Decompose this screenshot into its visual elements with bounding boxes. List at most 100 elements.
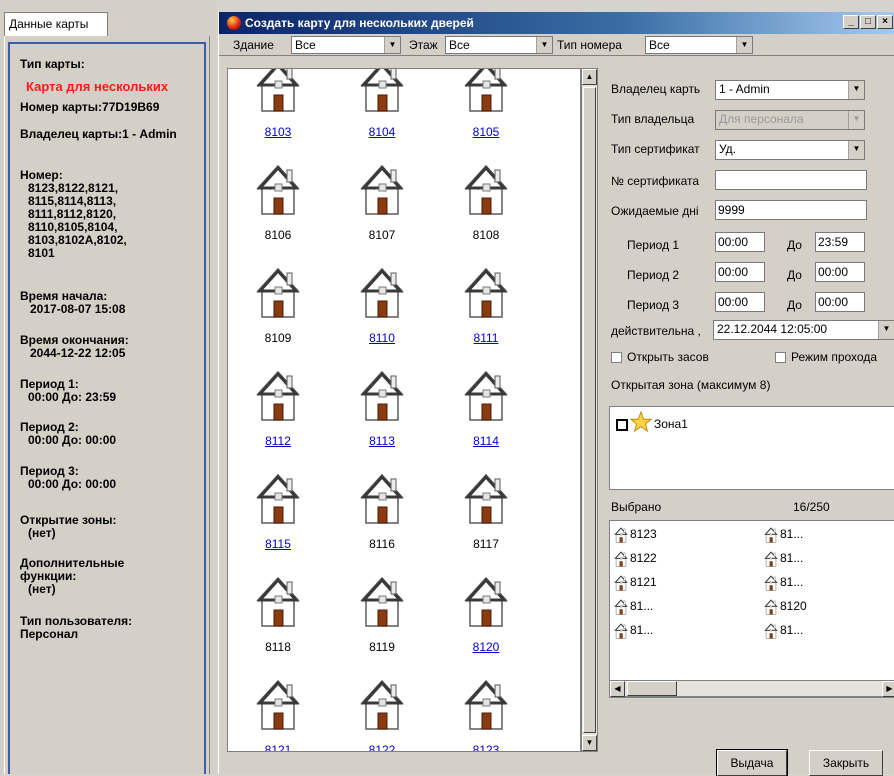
selected-room-item[interactable]: 8120 bbox=[764, 599, 807, 615]
close-window-button[interactable]: × bbox=[877, 15, 893, 29]
room-tile[interactable]: 8117 bbox=[446, 473, 526, 573]
selected-list-scrollbar[interactable]: ◀ ▶ bbox=[609, 680, 894, 697]
selected-room-item[interactable]: 81... bbox=[614, 599, 653, 615]
room-number[interactable]: 8117 bbox=[446, 537, 526, 551]
selected-room-item[interactable]: 81... bbox=[764, 551, 803, 567]
minimize-button[interactable]: _ bbox=[843, 15, 859, 29]
room-tile[interactable]: 8113 bbox=[342, 370, 422, 470]
scroll-down-button[interactable]: ▼ bbox=[582, 735, 597, 751]
room-tile[interactable]: 8103 bbox=[238, 69, 318, 161]
room-number[interactable]: 8111 bbox=[446, 331, 526, 345]
expected-days-input[interactable]: 9999 bbox=[715, 200, 867, 220]
room-number[interactable]: 8110 bbox=[342, 331, 422, 345]
period3-to-input[interactable]: 00:00 bbox=[815, 292, 865, 312]
owner-select[interactable]: 1 - Admin ▼ bbox=[715, 80, 865, 100]
room-tile[interactable]: 8115 bbox=[238, 473, 318, 573]
room-tile[interactable]: 8111 bbox=[446, 267, 526, 367]
building-select[interactable]: Все ▼ bbox=[291, 36, 401, 54]
room-tile[interactable]: 8121 bbox=[238, 679, 318, 751]
room-number[interactable]: 8118 bbox=[238, 640, 318, 654]
zone1-checkbox[interactable] bbox=[616, 419, 628, 431]
tab-card-data[interactable]: Данные карты bbox=[4, 12, 108, 36]
room-type-select[interactable]: Все ▼ bbox=[645, 36, 753, 54]
room-tile[interactable]: 8122 bbox=[342, 679, 422, 751]
cert-type-value: Уд. bbox=[719, 142, 737, 156]
hscroll-thumb[interactable] bbox=[627, 681, 677, 696]
selected-room-item[interactable]: 8122 bbox=[614, 551, 657, 567]
owner-label: Владелец карть bbox=[611, 82, 701, 96]
building-label: Здание bbox=[233, 38, 274, 52]
room-number[interactable]: 8112 bbox=[238, 434, 318, 448]
room-number[interactable]: 8106 bbox=[238, 228, 318, 242]
chevron-down-icon: ▼ bbox=[848, 141, 864, 159]
selected-room-item[interactable]: 81... bbox=[764, 623, 803, 639]
floor-select[interactable]: Все ▼ bbox=[445, 36, 553, 54]
house-icon bbox=[764, 551, 778, 567]
period2-to-label: До bbox=[787, 268, 802, 282]
room-tile[interactable]: 8120 bbox=[446, 576, 526, 676]
cert-number-input[interactable] bbox=[715, 170, 867, 190]
room-tile[interactable]: 8119 bbox=[342, 576, 422, 676]
room-number[interactable]: 8120 bbox=[446, 640, 526, 654]
rooms-list-line: 8101 bbox=[28, 246, 55, 260]
room-number[interactable]: 8109 bbox=[238, 331, 318, 345]
room-tile[interactable]: 8110 bbox=[342, 267, 422, 367]
valid-until-picker[interactable]: 22.12.2044 12:05:00 ▼ bbox=[713, 320, 894, 340]
room-grid-scrollbar[interactable]: ▲ ▼ bbox=[581, 68, 598, 752]
room-tile[interactable]: 8104 bbox=[342, 69, 422, 161]
selected-room-item[interactable]: 81... bbox=[614, 623, 653, 639]
maximize-button[interactable]: □ bbox=[860, 15, 876, 29]
period1-to-input[interactable]: 23:59 bbox=[815, 232, 865, 252]
scroll-right-button[interactable]: ▶ bbox=[882, 681, 894, 697]
building-value: Все bbox=[295, 38, 316, 52]
scroll-left-button[interactable]: ◀ bbox=[610, 681, 625, 697]
room-number[interactable]: 8113 bbox=[342, 434, 422, 448]
room-number[interactable]: 8121 bbox=[238, 743, 318, 751]
room-number[interactable]: 8108 bbox=[446, 228, 526, 242]
room-tile[interactable]: 8116 bbox=[342, 473, 422, 573]
room-tile[interactable]: 8105 bbox=[446, 69, 526, 161]
house-icon bbox=[464, 69, 508, 113]
card-type-label: Тип карты: bbox=[20, 57, 85, 71]
period2-to-input[interactable]: 00:00 bbox=[815, 262, 865, 282]
room-number[interactable]: 8119 bbox=[342, 640, 422, 654]
card-type-value: Карта для нескольких bbox=[26, 79, 169, 94]
owner-type-select[interactable]: Для персонала ▼ bbox=[715, 110, 865, 130]
scroll-thumb[interactable] bbox=[583, 87, 596, 733]
period2-from-input[interactable]: 00:00 bbox=[715, 262, 765, 282]
room-tile[interactable]: 8107 bbox=[342, 164, 422, 264]
room-number[interactable]: 8115 bbox=[238, 537, 318, 551]
room-tile[interactable]: 8106 bbox=[238, 164, 318, 264]
issue-button[interactable]: Выдача bbox=[716, 749, 788, 776]
room-grid: 8103 8104 8105 8106 8107 8108 8109 8110 8111 8112… bbox=[227, 68, 581, 752]
room-tile[interactable]: 8123 bbox=[446, 679, 526, 751]
chevron-down-icon: ▼ bbox=[536, 37, 552, 53]
pass-mode-checkbox[interactable] bbox=[775, 352, 786, 363]
cert-type-select[interactable]: Уд. ▼ bbox=[715, 140, 865, 160]
room-number[interactable]: 8104 bbox=[342, 125, 422, 139]
selected-room-item[interactable]: 81... bbox=[764, 575, 803, 591]
room-number[interactable]: 8114 bbox=[446, 434, 526, 448]
selected-room-item[interactable]: 8121 bbox=[614, 575, 657, 591]
room-tile[interactable]: 8112 bbox=[238, 370, 318, 470]
scroll-up-button[interactable]: ▲ bbox=[582, 69, 597, 85]
house-icon bbox=[256, 473, 300, 525]
room-tile[interactable]: 8108 bbox=[446, 164, 526, 264]
selected-room-item[interactable]: 8123 bbox=[614, 527, 657, 543]
open-bolt-checkbox[interactable] bbox=[611, 352, 622, 363]
room-tile[interactable]: 8118 bbox=[238, 576, 318, 676]
room-number[interactable]: 8107 bbox=[342, 228, 422, 242]
room-number[interactable]: 8123 bbox=[446, 743, 526, 751]
room-number[interactable]: 8105 bbox=[446, 125, 526, 139]
room-number[interactable]: 8122 bbox=[342, 743, 422, 751]
room-tile[interactable]: 8109 bbox=[238, 267, 318, 367]
close-button[interactable]: Закрыть bbox=[809, 750, 883, 776]
room-tile[interactable]: 8114 bbox=[446, 370, 526, 470]
period2-form-label: Период 2 bbox=[627, 268, 680, 282]
room-number[interactable]: 8116 bbox=[342, 537, 422, 551]
room-number[interactable]: 8103 bbox=[238, 125, 318, 139]
period3-from-input[interactable]: 00:00 bbox=[715, 292, 765, 312]
period1-from-input[interactable]: 00:00 bbox=[715, 232, 765, 252]
selected-room-item[interactable]: 81... bbox=[764, 527, 803, 543]
house-icon bbox=[464, 679, 508, 731]
